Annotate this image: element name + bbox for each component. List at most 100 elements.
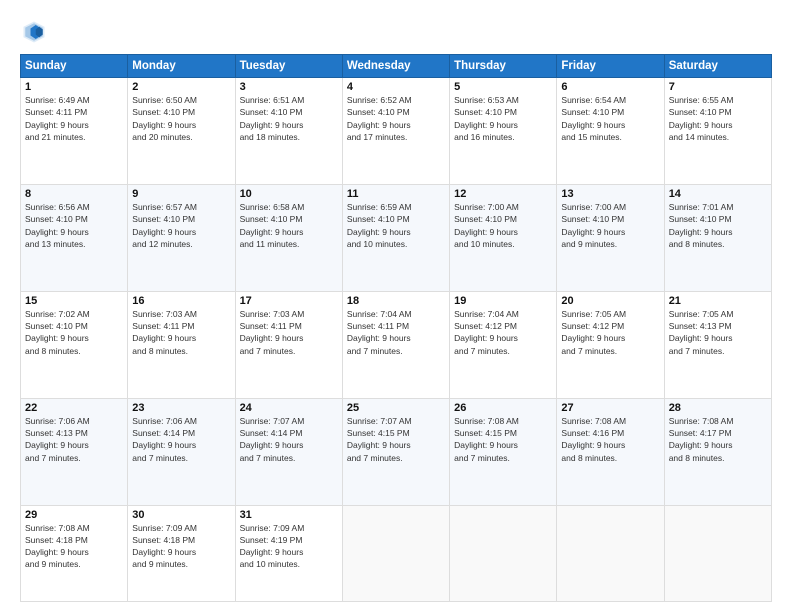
header: [20, 18, 772, 46]
calendar-cell: 3 Sunrise: 6:51 AMSunset: 4:10 PMDayligh…: [235, 78, 342, 185]
calendar-cell: 7 Sunrise: 6:55 AMSunset: 4:10 PMDayligh…: [664, 78, 771, 185]
day-of-week-header: Saturday: [664, 55, 771, 78]
day-info: Sunrise: 7:03 AMSunset: 4:11 PMDaylight:…: [132, 309, 197, 356]
day-info: Sunrise: 6:52 AMSunset: 4:10 PMDaylight:…: [347, 95, 412, 142]
calendar-cell: [342, 505, 449, 602]
day-info: Sunrise: 6:59 AMSunset: 4:10 PMDaylight:…: [347, 202, 412, 249]
day-of-week-header: Friday: [557, 55, 664, 78]
calendar-cell: 11 Sunrise: 6:59 AMSunset: 4:10 PMDaylig…: [342, 184, 449, 291]
day-number: 13: [561, 188, 659, 200]
day-number: 16: [132, 295, 230, 307]
day-number: 21: [669, 295, 767, 307]
day-number: 7: [669, 81, 767, 93]
calendar-cell: 26 Sunrise: 7:08 AMSunset: 4:15 PMDaylig…: [450, 398, 557, 505]
day-number: 8: [25, 188, 123, 200]
day-number: 15: [25, 295, 123, 307]
day-number: 20: [561, 295, 659, 307]
calendar-cell: 9 Sunrise: 6:57 AMSunset: 4:10 PMDayligh…: [128, 184, 235, 291]
page: SundayMondayTuesdayWednesdayThursdayFrid…: [0, 0, 792, 612]
day-number: 23: [132, 402, 230, 414]
day-info: Sunrise: 7:05 AMSunset: 4:12 PMDaylight:…: [561, 309, 626, 356]
calendar-cell: [450, 505, 557, 602]
calendar-cell: 25 Sunrise: 7:07 AMSunset: 4:15 PMDaylig…: [342, 398, 449, 505]
calendar-cell: 1 Sunrise: 6:49 AMSunset: 4:11 PMDayligh…: [21, 78, 128, 185]
day-number: 5: [454, 81, 552, 93]
day-number: 31: [240, 509, 338, 521]
day-number: 29: [25, 509, 123, 521]
calendar-cell: 21 Sunrise: 7:05 AMSunset: 4:13 PMDaylig…: [664, 291, 771, 398]
day-info: Sunrise: 7:08 AMSunset: 4:17 PMDaylight:…: [669, 416, 734, 463]
day-number: 28: [669, 402, 767, 414]
day-number: 10: [240, 188, 338, 200]
day-of-week-header: Wednesday: [342, 55, 449, 78]
day-number: 17: [240, 295, 338, 307]
day-number: 24: [240, 402, 338, 414]
day-number: 27: [561, 402, 659, 414]
day-info: Sunrise: 6:53 AMSunset: 4:10 PMDaylight:…: [454, 95, 519, 142]
day-info: Sunrise: 7:06 AMSunset: 4:13 PMDaylight:…: [25, 416, 90, 463]
day-number: 3: [240, 81, 338, 93]
calendar-cell: 23 Sunrise: 7:06 AMSunset: 4:14 PMDaylig…: [128, 398, 235, 505]
calendar-cell: 8 Sunrise: 6:56 AMSunset: 4:10 PMDayligh…: [21, 184, 128, 291]
day-info: Sunrise: 7:08 AMSunset: 4:18 PMDaylight:…: [25, 523, 90, 570]
calendar-cell: 24 Sunrise: 7:07 AMSunset: 4:14 PMDaylig…: [235, 398, 342, 505]
day-info: Sunrise: 7:09 AMSunset: 4:18 PMDaylight:…: [132, 523, 197, 570]
calendar-cell: 28 Sunrise: 7:08 AMSunset: 4:17 PMDaylig…: [664, 398, 771, 505]
calendar-cell: 16 Sunrise: 7:03 AMSunset: 4:11 PMDaylig…: [128, 291, 235, 398]
calendar-cell: 27 Sunrise: 7:08 AMSunset: 4:16 PMDaylig…: [557, 398, 664, 505]
calendar-cell: 15 Sunrise: 7:02 AMSunset: 4:10 PMDaylig…: [21, 291, 128, 398]
day-number: 11: [347, 188, 445, 200]
day-number: 18: [347, 295, 445, 307]
calendar-cell: 20 Sunrise: 7:05 AMSunset: 4:12 PMDaylig…: [557, 291, 664, 398]
day-info: Sunrise: 7:09 AMSunset: 4:19 PMDaylight:…: [240, 523, 305, 570]
day-info: Sunrise: 6:50 AMSunset: 4:10 PMDaylight:…: [132, 95, 197, 142]
calendar-cell: [557, 505, 664, 602]
calendar-cell: [664, 505, 771, 602]
day-info: Sunrise: 7:00 AMSunset: 4:10 PMDaylight:…: [454, 202, 519, 249]
day-number: 14: [669, 188, 767, 200]
day-info: Sunrise: 6:56 AMSunset: 4:10 PMDaylight:…: [25, 202, 90, 249]
day-number: 9: [132, 188, 230, 200]
calendar-cell: 10 Sunrise: 6:58 AMSunset: 4:10 PMDaylig…: [235, 184, 342, 291]
calendar-cell: 5 Sunrise: 6:53 AMSunset: 4:10 PMDayligh…: [450, 78, 557, 185]
day-number: 30: [132, 509, 230, 521]
day-info: Sunrise: 7:03 AMSunset: 4:11 PMDaylight:…: [240, 309, 305, 356]
day-number: 12: [454, 188, 552, 200]
day-number: 26: [454, 402, 552, 414]
calendar-cell: 18 Sunrise: 7:04 AMSunset: 4:11 PMDaylig…: [342, 291, 449, 398]
day-info: Sunrise: 6:51 AMSunset: 4:10 PMDaylight:…: [240, 95, 305, 142]
day-info: Sunrise: 7:00 AMSunset: 4:10 PMDaylight:…: [561, 202, 626, 249]
calendar-cell: 17 Sunrise: 7:03 AMSunset: 4:11 PMDaylig…: [235, 291, 342, 398]
day-info: Sunrise: 7:07 AMSunset: 4:14 PMDaylight:…: [240, 416, 305, 463]
calendar-cell: 13 Sunrise: 7:00 AMSunset: 4:10 PMDaylig…: [557, 184, 664, 291]
day-info: Sunrise: 7:07 AMSunset: 4:15 PMDaylight:…: [347, 416, 412, 463]
day-info: Sunrise: 7:08 AMSunset: 4:16 PMDaylight:…: [561, 416, 626, 463]
calendar-cell: 22 Sunrise: 7:06 AMSunset: 4:13 PMDaylig…: [21, 398, 128, 505]
day-number: 2: [132, 81, 230, 93]
logo-icon: [20, 18, 48, 46]
day-info: Sunrise: 7:04 AMSunset: 4:12 PMDaylight:…: [454, 309, 519, 356]
day-info: Sunrise: 7:06 AMSunset: 4:14 PMDaylight:…: [132, 416, 197, 463]
calendar-cell: 29 Sunrise: 7:08 AMSunset: 4:18 PMDaylig…: [21, 505, 128, 602]
calendar-cell: 31 Sunrise: 7:09 AMSunset: 4:19 PMDaylig…: [235, 505, 342, 602]
day-number: 1: [25, 81, 123, 93]
day-info: Sunrise: 6:57 AMSunset: 4:10 PMDaylight:…: [132, 202, 197, 249]
day-info: Sunrise: 7:04 AMSunset: 4:11 PMDaylight:…: [347, 309, 412, 356]
day-info: Sunrise: 7:08 AMSunset: 4:15 PMDaylight:…: [454, 416, 519, 463]
day-number: 19: [454, 295, 552, 307]
day-number: 4: [347, 81, 445, 93]
day-of-week-header: Monday: [128, 55, 235, 78]
day-number: 25: [347, 402, 445, 414]
day-of-week-header: Tuesday: [235, 55, 342, 78]
calendar-cell: 14 Sunrise: 7:01 AMSunset: 4:10 PMDaylig…: [664, 184, 771, 291]
day-info: Sunrise: 7:01 AMSunset: 4:10 PMDaylight:…: [669, 202, 734, 249]
day-of-week-header: Thursday: [450, 55, 557, 78]
day-info: Sunrise: 7:02 AMSunset: 4:10 PMDaylight:…: [25, 309, 90, 356]
calendar-cell: 2 Sunrise: 6:50 AMSunset: 4:10 PMDayligh…: [128, 78, 235, 185]
day-info: Sunrise: 6:58 AMSunset: 4:10 PMDaylight:…: [240, 202, 305, 249]
logo: [20, 18, 52, 46]
day-info: Sunrise: 6:55 AMSunset: 4:10 PMDaylight:…: [669, 95, 734, 142]
day-of-week-header: Sunday: [21, 55, 128, 78]
calendar-cell: 12 Sunrise: 7:00 AMSunset: 4:10 PMDaylig…: [450, 184, 557, 291]
day-number: 22: [25, 402, 123, 414]
